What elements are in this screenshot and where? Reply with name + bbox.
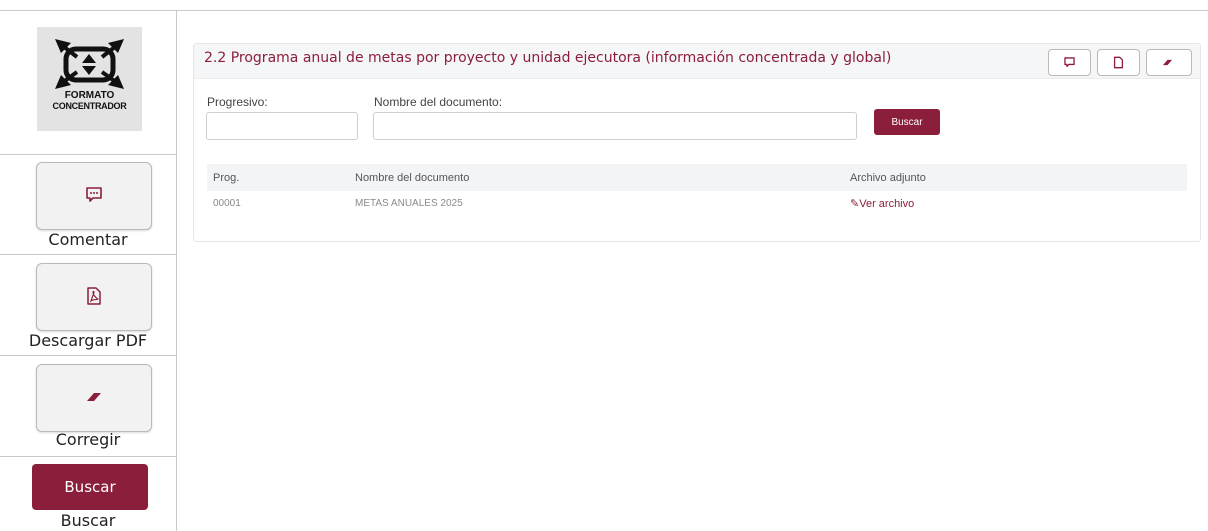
sidebar: FORMATO CONCENTRADOR Comentar Descargar …	[0, 11, 177, 531]
page-title: 2.2 Programa anual de metas por proyecto…	[204, 50, 892, 66]
comentar-button[interactable]	[36, 162, 152, 230]
descargar-pdf-button[interactable]	[36, 263, 152, 331]
eraser-icon	[1162, 59, 1173, 66]
row-nombre: METAS ANUALES 2025	[355, 198, 463, 209]
col-prog: Prog.	[213, 172, 240, 184]
logo-cell: FORMATO CONCENTRADOR	[0, 11, 176, 155]
nombre-input[interactable]	[373, 112, 857, 140]
ver-archivo-link[interactable]: ✎Ver archivo	[850, 197, 914, 210]
nombre-label: Nombre del documento:	[374, 95, 503, 109]
comment-icon	[86, 187, 102, 202]
formato-concentrador-logo: FORMATO CONCENTRADOR	[37, 27, 142, 131]
header-comment-button[interactable]	[1048, 49, 1091, 76]
row-prog: 00001	[213, 198, 241, 209]
corregir-cell: Corregir	[0, 356, 176, 457]
buscar-button[interactable]: Buscar	[874, 109, 940, 135]
comentar-label: Comentar	[48, 230, 128, 249]
arrows-in-icon	[55, 39, 124, 89]
header-pdf-button[interactable]	[1097, 49, 1140, 76]
pdf-label: Descargar PDF	[28, 331, 148, 350]
pdf-icon	[87, 287, 101, 305]
progresivo-input[interactable]	[206, 112, 358, 140]
logo-text-formato: FORMATO	[64, 90, 115, 101]
top-divider	[0, 10, 1208, 11]
panel-header: 2.2 Programa anual de metas por proyecto…	[194, 44, 1200, 79]
comentar-cell: Comentar	[0, 154, 176, 255]
eraser-icon	[87, 393, 101, 401]
table-header: Prog. Nombre del documento Archivo adjun…	[207, 164, 1187, 191]
corregir-label: Corregir	[55, 430, 121, 449]
pdf-cell: Descargar PDF	[0, 255, 176, 356]
header-eraser-button[interactable]	[1146, 49, 1192, 76]
progresivo-label: Progresivo:	[207, 95, 268, 109]
pdf-icon	[1113, 56, 1124, 69]
col-nombre: Nombre del documento	[355, 172, 470, 184]
paperclip-icon: ✎	[850, 198, 860, 210]
buscar-side-label: Buscar	[60, 511, 116, 530]
comment-icon	[1064, 57, 1075, 68]
document-panel: 2.2 Programa anual de metas por proyecto…	[193, 43, 1201, 242]
ver-archivo-label: Ver archivo	[859, 198, 915, 210]
logo-text-concentrador: CONCENTRADOR	[52, 101, 127, 111]
corregir-button[interactable]	[36, 364, 152, 432]
buscar-side-button[interactable]: Buscar	[32, 464, 148, 510]
col-archivo: Archivo adjunto	[850, 172, 926, 184]
